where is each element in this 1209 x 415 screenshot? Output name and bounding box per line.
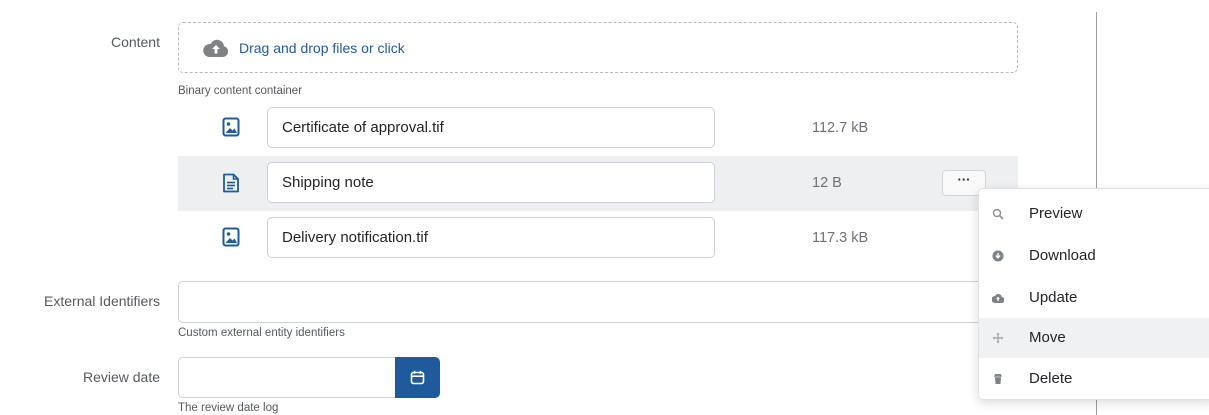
review-date-input[interactable]	[178, 357, 396, 398]
download-icon	[992, 250, 1004, 262]
content-hint: Binary content container	[178, 85, 303, 97]
cloud-upload-icon	[992, 293, 1004, 304]
file-name-input[interactable]: Shipping note	[267, 162, 715, 203]
file-dropzone[interactable]: Drag and drop files or click	[178, 22, 1018, 73]
file-name-input[interactable]: Delivery notification.tif	[267, 217, 715, 258]
menu-item-label: Move	[1029, 329, 1066, 346]
calendar-button[interactable]	[395, 357, 440, 398]
menu-item-label: Download	[1029, 247, 1096, 264]
text-file-icon	[223, 173, 239, 193]
file-size: 12 B	[812, 175, 842, 191]
panel-divider	[1096, 12, 1097, 188]
file-row: Delivery notification.tif 117.3 kB	[178, 217, 1018, 272]
menu-item-download[interactable]: Download	[979, 236, 1209, 276]
external-identifiers-label: External Identifiers	[44, 293, 160, 309]
menu-item-move[interactable]: Move	[979, 318, 1209, 358]
file-row: Certificate of approval.tif 112.7 kB	[178, 107, 1018, 162]
file-context-menu: Preview Download Update Move Delete	[978, 188, 1209, 400]
menu-item-delete[interactable]: Delete	[979, 359, 1209, 399]
trash-icon	[994, 374, 1002, 384]
dropzone-text: Drag and drop files or click	[239, 40, 405, 56]
search-icon	[992, 208, 1004, 220]
external-identifiers-hint: Custom external entity identifiers	[178, 327, 345, 339]
menu-item-update[interactable]: Update	[979, 278, 1209, 318]
cloud-upload-icon	[203, 39, 229, 57]
image-file-icon	[222, 117, 240, 137]
panel-divider	[1096, 400, 1097, 415]
review-date-hint: The review date log	[178, 402, 279, 414]
move-icon	[992, 332, 1004, 344]
content-label: Content	[110, 34, 160, 50]
calendar-icon	[410, 370, 425, 385]
file-name-input[interactable]: Certificate of approval.tif	[267, 107, 715, 148]
external-identifiers-input[interactable]	[178, 281, 1000, 323]
menu-item-preview[interactable]: Preview	[979, 194, 1209, 234]
menu-item-label: Delete	[1029, 370, 1073, 387]
file-size: 112.7 kB	[812, 120, 869, 136]
review-date-label: Review date	[82, 369, 160, 385]
menu-item-label: Preview	[1029, 205, 1083, 222]
menu-item-label: Update	[1029, 289, 1078, 306]
file-row: Shipping note 12 B	[178, 156, 1018, 211]
image-file-icon	[222, 227, 240, 247]
file-size: 117.3 kB	[812, 230, 869, 246]
